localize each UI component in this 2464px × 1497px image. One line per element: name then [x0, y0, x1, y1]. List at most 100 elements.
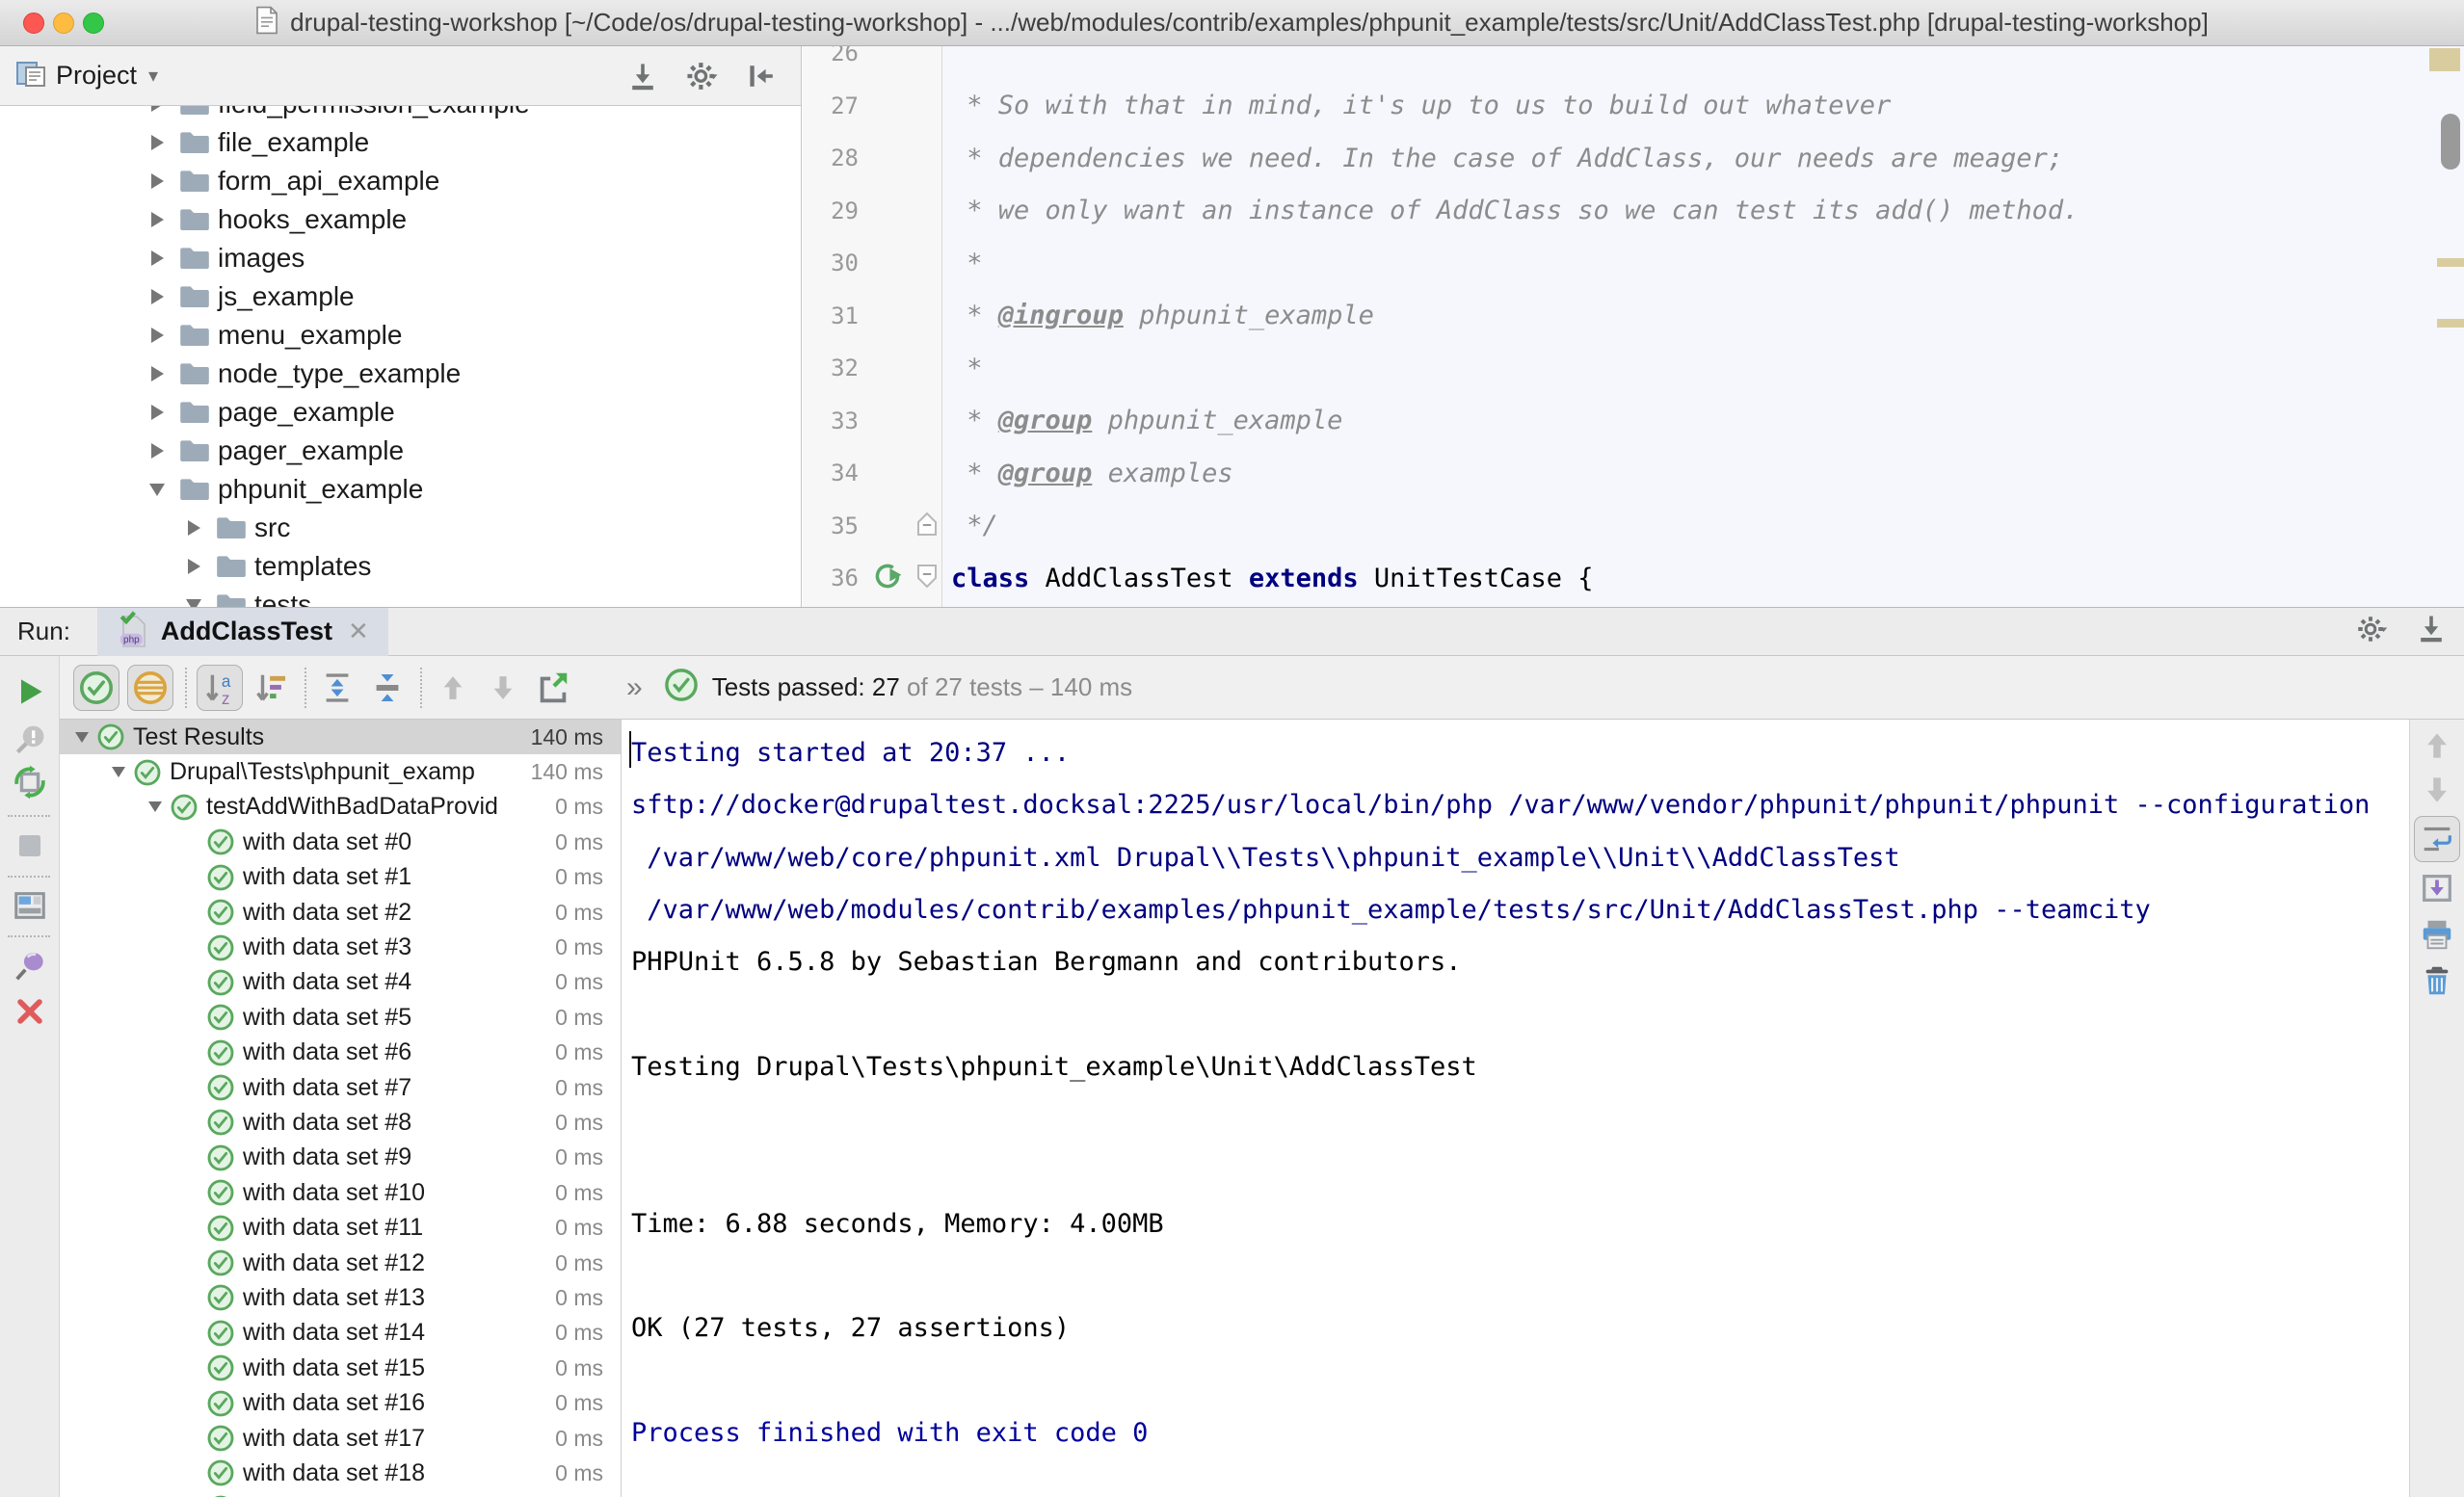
project-tree-item[interactable]: pager_example — [0, 432, 801, 470]
zoom-window-button[interactable] — [83, 13, 104, 34]
more-toolbar-actions-icon[interactable]: » — [626, 671, 643, 704]
test-tree-row[interactable]: with data set #70 ms — [60, 1070, 621, 1105]
test-tree-row[interactable]: with data set #160 ms — [60, 1385, 621, 1420]
project-tree-item[interactable]: page_example — [0, 393, 801, 432]
expanded-arrow-icon[interactable] — [143, 801, 168, 812]
test-tree-row[interactable]: with data set #180 ms — [60, 1456, 621, 1490]
inspection-status-indicator[interactable] — [2429, 48, 2460, 71]
test-tree-row[interactable]: with data set #130 ms — [60, 1280, 621, 1315]
collapsed-arrow-icon[interactable] — [143, 135, 172, 150]
project-tree-item[interactable]: menu_example — [0, 316, 801, 355]
scroll-from-source-icon[interactable] — [625, 59, 660, 93]
editor-line[interactable]: 31 * @ingroup phpunit_example — [803, 290, 2464, 343]
hide-run-panel-icon[interactable] — [2414, 612, 2449, 651]
test-tree-row[interactable]: with data set #50 ms — [60, 1000, 621, 1035]
test-tree-row[interactable]: with data set #110 ms — [60, 1210, 621, 1245]
expand-all-icon[interactable] — [316, 667, 358, 709]
collapsed-arrow-icon[interactable] — [143, 212, 172, 227]
print-icon[interactable] — [2419, 916, 2455, 953]
editor-line[interactable]: 26 — [803, 46, 2464, 80]
restore-layout-icon[interactable] — [12, 887, 48, 924]
collapsed-arrow-icon[interactable] — [143, 250, 172, 266]
run-test-gutter-icon[interactable] — [872, 561, 903, 596]
test-tree-row[interactable]: Drupal\Tests\phpunit_examp140 ms — [60, 754, 621, 789]
project-view-dropdown-icon[interactable]: ▾ — [148, 64, 158, 88]
hide-project-panel-icon[interactable] — [745, 59, 780, 93]
collapse-all-icon[interactable] — [366, 667, 409, 709]
test-tree-row[interactable]: with data set #20 ms — [60, 895, 621, 930]
collapsed-arrow-icon[interactable] — [143, 443, 172, 459]
test-tree-row[interactable]: with data set #10 ms — [60, 860, 621, 895]
test-tree-row[interactable]: with data set #80 ms — [60, 1105, 621, 1140]
project-tree-item[interactable]: js_example — [0, 277, 801, 316]
test-tree-row[interactable]: with data set #40 ms — [60, 965, 621, 1000]
code-editor[interactable]: 2627 * So with that in mind, it's up to … — [803, 46, 2464, 607]
project-tree-item[interactable]: phpunit_example — [0, 470, 801, 509]
project-tree-item[interactable]: hooks_example — [0, 200, 801, 239]
minimize-window-button[interactable] — [53, 13, 74, 34]
project-tree-item[interactable]: templates — [0, 547, 801, 586]
editor-line[interactable]: 30 * — [803, 237, 2464, 290]
close-window-button[interactable] — [23, 13, 44, 34]
collapsed-arrow-icon[interactable] — [179, 520, 208, 536]
editor-line[interactable]: 29 * we only want an instance of AddClas… — [803, 185, 2464, 238]
scrollbar-mark[interactable] — [2437, 258, 2464, 267]
show-ignored-button[interactable] — [127, 665, 173, 711]
editor-line[interactable]: 35 */ — [803, 500, 2464, 553]
clear-console-trash-icon[interactable] — [2419, 962, 2455, 999]
sort-by-duration-icon[interactable] — [251, 667, 293, 709]
toggle-auto-test-icon[interactable] — [12, 764, 48, 801]
close-run-panel-icon[interactable] — [12, 993, 48, 1030]
collapsed-arrow-icon[interactable] — [143, 289, 172, 304]
collapsed-arrow-icon[interactable] — [143, 405, 172, 420]
test-tree-row[interactable]: Test Results140 ms — [60, 720, 621, 754]
project-settings-gear-icon[interactable] — [685, 59, 720, 93]
collapsed-arrow-icon[interactable] — [179, 559, 208, 574]
test-tree-row[interactable]: with data set #100 ms — [60, 1175, 621, 1210]
test-tree-row[interactable]: with data set #30 ms — [60, 930, 621, 964]
collapsed-arrow-icon[interactable] — [143, 106, 172, 112]
expanded-arrow-icon[interactable] — [69, 732, 94, 743]
project-tree-item[interactable]: node_type_example — [0, 355, 801, 393]
test-tree-row[interactable]: with data set #190 ms — [60, 1491, 621, 1497]
editor-line[interactable]: 33 * @group phpunit_example — [803, 395, 2464, 448]
test-tree-row[interactable]: with data set #150 ms — [60, 1351, 621, 1385]
pin-tab-icon[interactable] — [12, 947, 48, 984]
test-tree-row[interactable]: with data set #60 ms — [60, 1036, 621, 1070]
editor-scrollbar-thumb[interactable] — [2441, 114, 2460, 170]
test-console[interactable]: Testing started at 20:37 ...sftp://docke… — [622, 720, 2409, 1497]
scroll-to-end-icon[interactable] — [2419, 870, 2455, 906]
rerun-tests-icon[interactable] — [12, 673, 48, 710]
editor-line[interactable]: 34 * @group examples — [803, 447, 2464, 500]
project-tree-item[interactable]: src — [0, 509, 801, 547]
expanded-arrow-icon[interactable] — [179, 599, 208, 608]
project-tree-item[interactable]: tests — [0, 586, 801, 607]
test-tree-row[interactable]: with data set #00 ms — [60, 825, 621, 859]
collapsed-arrow-icon[interactable] — [143, 173, 172, 189]
fold-start-icon[interactable] — [916, 564, 938, 593]
sort-alphabetically-button[interactable]: az — [197, 665, 243, 711]
collapsed-arrow-icon[interactable] — [143, 366, 172, 381]
editor-line[interactable]: 28 * dependencies we need. In the case o… — [803, 132, 2464, 185]
rerun-failed-tests-icon[interactable] — [12, 722, 48, 758]
test-tree-row[interactable]: with data set #120 ms — [60, 1246, 621, 1280]
editor-line[interactable]: 32 * — [803, 342, 2464, 395]
soft-wrap-toggle-button[interactable] — [2414, 816, 2460, 862]
expanded-arrow-icon[interactable] — [143, 484, 172, 496]
editor-line[interactable]: 36class AddClassTest extends UnitTestCas… — [803, 552, 2464, 605]
run-settings-gear-icon[interactable] — [2356, 612, 2391, 651]
test-tree-row[interactable]: testAddWithBadDataProvid0 ms — [60, 790, 621, 825]
show-passed-button[interactable] — [73, 665, 119, 711]
test-tree-row[interactable]: with data set #90 ms — [60, 1141, 621, 1175]
scrollbar-mark[interactable] — [2437, 319, 2464, 328]
test-tree-row[interactable]: with data set #170 ms — [60, 1421, 621, 1456]
project-tree-item[interactable]: file_example — [0, 123, 801, 162]
project-panel-title[interactable]: Project — [56, 61, 137, 91]
project-tree-item[interactable]: form_api_example — [0, 162, 801, 200]
project-tree-item[interactable]: images — [0, 239, 801, 277]
collapsed-arrow-icon[interactable] — [143, 328, 172, 343]
export-test-results-icon[interactable] — [532, 667, 574, 709]
run-tab-addclasstest[interactable]: php AddClassTest ✕ — [97, 608, 388, 656]
project-tree-item[interactable]: field_permission_example — [0, 106, 801, 123]
fold-end-icon[interactable] — [916, 512, 938, 541]
